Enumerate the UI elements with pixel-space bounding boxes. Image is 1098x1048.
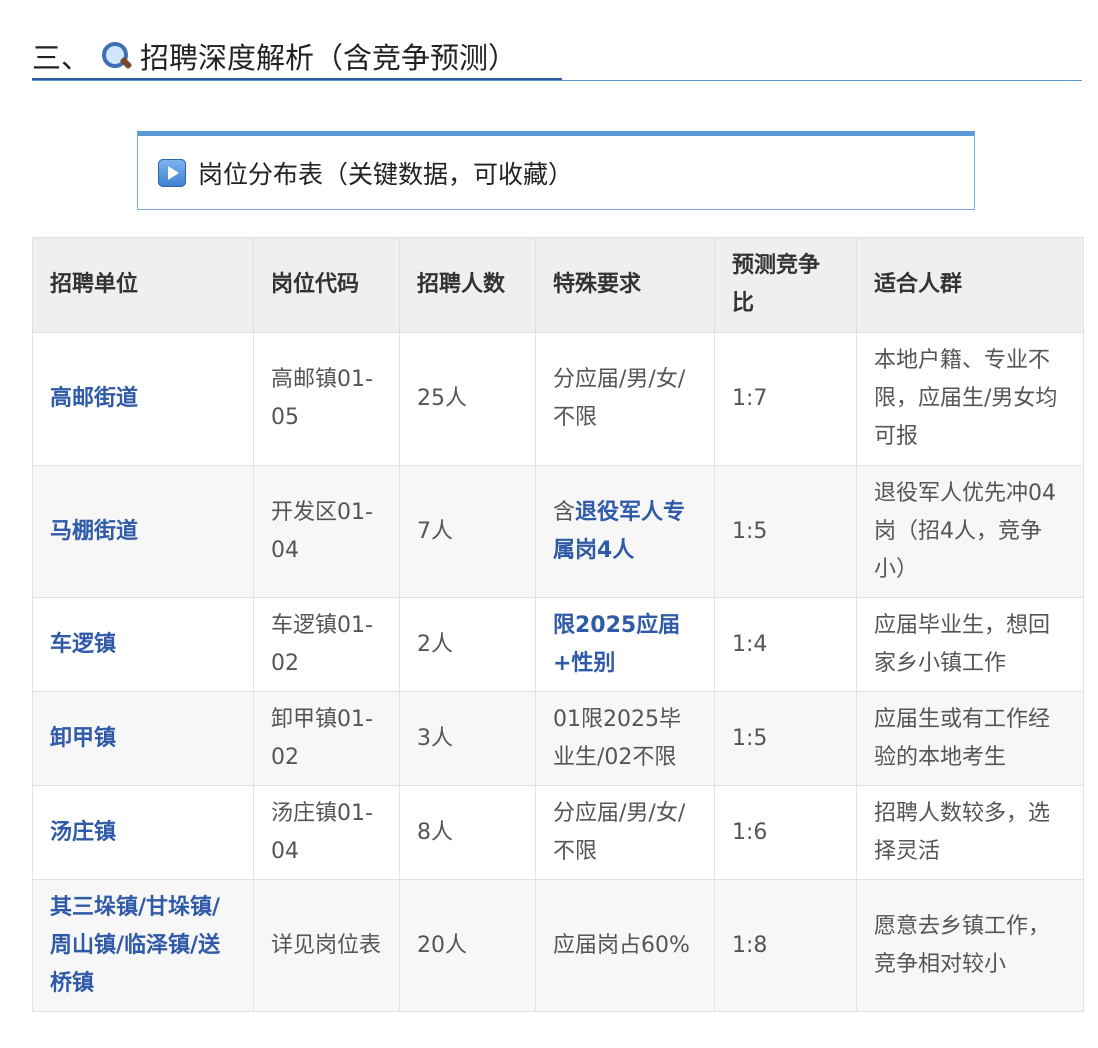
- cell-requirement: 限2025应届+性别: [535, 597, 715, 692]
- cell-audience: 招聘人数较多，选择灵活: [856, 785, 1084, 880]
- cell-ratio: 1:8: [714, 879, 857, 1012]
- cell-audience: 应届生或有工作经验的本地考生: [856, 691, 1084, 786]
- magnifier-icon: [100, 41, 133, 71]
- subsection-header: 岗位分布表（关键数据，可收藏）: [137, 131, 975, 210]
- cell-ratio: 1:5: [714, 691, 857, 786]
- cell-code: 详见岗位表: [253, 879, 400, 1012]
- cell-code: 高邮镇01-05: [253, 332, 400, 466]
- header-requirement: 特殊要求: [535, 237, 715, 333]
- cell-count: 20人: [399, 879, 536, 1012]
- cell-ratio: 1:7: [714, 332, 857, 466]
- section-title: 招聘深度解析（含竞争预测）: [140, 41, 518, 75]
- cell-requirement: 含退役军人专属岗4人: [535, 465, 715, 598]
- cell-ratio: 1:4: [714, 597, 857, 692]
- cell-ratio: 1:6: [714, 785, 857, 880]
- section-header-inner: 三、 招聘深度解析（含竞争预测）: [32, 34, 562, 80]
- cell-count: 25人: [399, 332, 536, 466]
- header-code: 岗位代码: [253, 237, 400, 333]
- cell-code: 车逻镇01-02: [253, 597, 400, 692]
- cell-audience: 本地户籍、专业不限，应届生/男女均可报: [856, 332, 1084, 466]
- cell-code: 汤庄镇01-04: [253, 785, 400, 880]
- table-row: 卸甲镇 卸甲镇01-02 3人 01限2025毕业生/02不限 1:5 应届生或…: [32, 691, 1084, 786]
- table-row: 车逻镇 车逻镇01-02 2人 限2025应届+性别 1:4 应届毕业生，想回家…: [32, 597, 1084, 692]
- table-row: 高邮街道 高邮镇01-05 25人 分应届/男/女/不限 1:7 本地户籍、专业…: [32, 332, 1084, 466]
- cell-requirement: 应届岗占60%: [535, 879, 715, 1012]
- cell-unit: 卸甲镇: [32, 691, 254, 786]
- table-header-row: 招聘单位 岗位代码 招聘人数 特殊要求 预测竞争比 适合人群: [32, 237, 1084, 333]
- table-row: 其三垛镇/甘垛镇/周山镇/临泽镇/送桥镇 详见岗位表 20人 应届岗占60% 1…: [32, 879, 1084, 1012]
- cell-count: 3人: [399, 691, 536, 786]
- cell-audience: 应届毕业生，想回家乡小镇工作: [856, 597, 1084, 692]
- header-count: 招聘人数: [399, 237, 536, 333]
- requirement-text: 01限2025毕业生/02不限: [553, 706, 681, 770]
- cell-code: 开发区01-04: [253, 465, 400, 598]
- requirement-text: 分应届/男/女/不限: [553, 367, 686, 430]
- requirement-text: 分应届/男/女/不限: [553, 800, 686, 864]
- cell-unit: 汤庄镇: [32, 785, 254, 880]
- position-table: 招聘单位 岗位代码 招聘人数 特殊要求 预测竞争比 适合人群 高邮街道 高邮镇0…: [32, 237, 1084, 1012]
- subsection-title: 岗位分布表（关键数据，可收藏）: [198, 159, 574, 189]
- play-button-icon: [158, 158, 186, 187]
- cell-unit: 其三垛镇/甘垛镇/周山镇/临泽镇/送桥镇: [32, 879, 254, 1012]
- cell-count: 2人: [399, 597, 536, 692]
- cell-count: 8人: [399, 785, 536, 880]
- cell-unit: 高邮街道: [32, 332, 254, 466]
- cell-requirement: 分应届/男/女/不限: [535, 332, 715, 466]
- cell-requirement: 01限2025毕业生/02不限: [535, 691, 715, 786]
- requirement-text: 应届岗占60%: [553, 932, 690, 958]
- cell-count: 7人: [399, 465, 536, 598]
- cell-code: 卸甲镇01-02: [253, 691, 400, 786]
- cell-audience: 愿意去乡镇工作，竞争相对较小: [856, 879, 1084, 1012]
- cell-unit: 马棚街道: [32, 465, 254, 598]
- requirement-highlight: 限2025应届+性别: [553, 612, 681, 676]
- requirement-prefix: 含: [553, 499, 576, 525]
- cell-audience: 退役军人优先冲04岗（招4人，竞争小）: [856, 465, 1084, 598]
- header-ratio: 预测竞争比: [714, 237, 857, 333]
- cell-unit: 车逻镇: [32, 597, 254, 692]
- section-prefix: 三、: [32, 41, 91, 75]
- header-audience: 适合人群: [856, 237, 1084, 333]
- cell-ratio: 1:5: [714, 465, 857, 598]
- cell-requirement: 分应届/男/女/不限: [535, 785, 715, 880]
- table-row: 马棚街道 开发区01-04 7人 含退役军人专属岗4人 1:5 退役军人优先冲0…: [32, 465, 1084, 598]
- header-unit: 招聘单位: [32, 237, 254, 333]
- table-row: 汤庄镇 汤庄镇01-04 8人 分应届/男/女/不限 1:6 招聘人数较多，选择…: [32, 785, 1084, 880]
- section-header: 三、 招聘深度解析（含竞争预测）: [32, 34, 1082, 81]
